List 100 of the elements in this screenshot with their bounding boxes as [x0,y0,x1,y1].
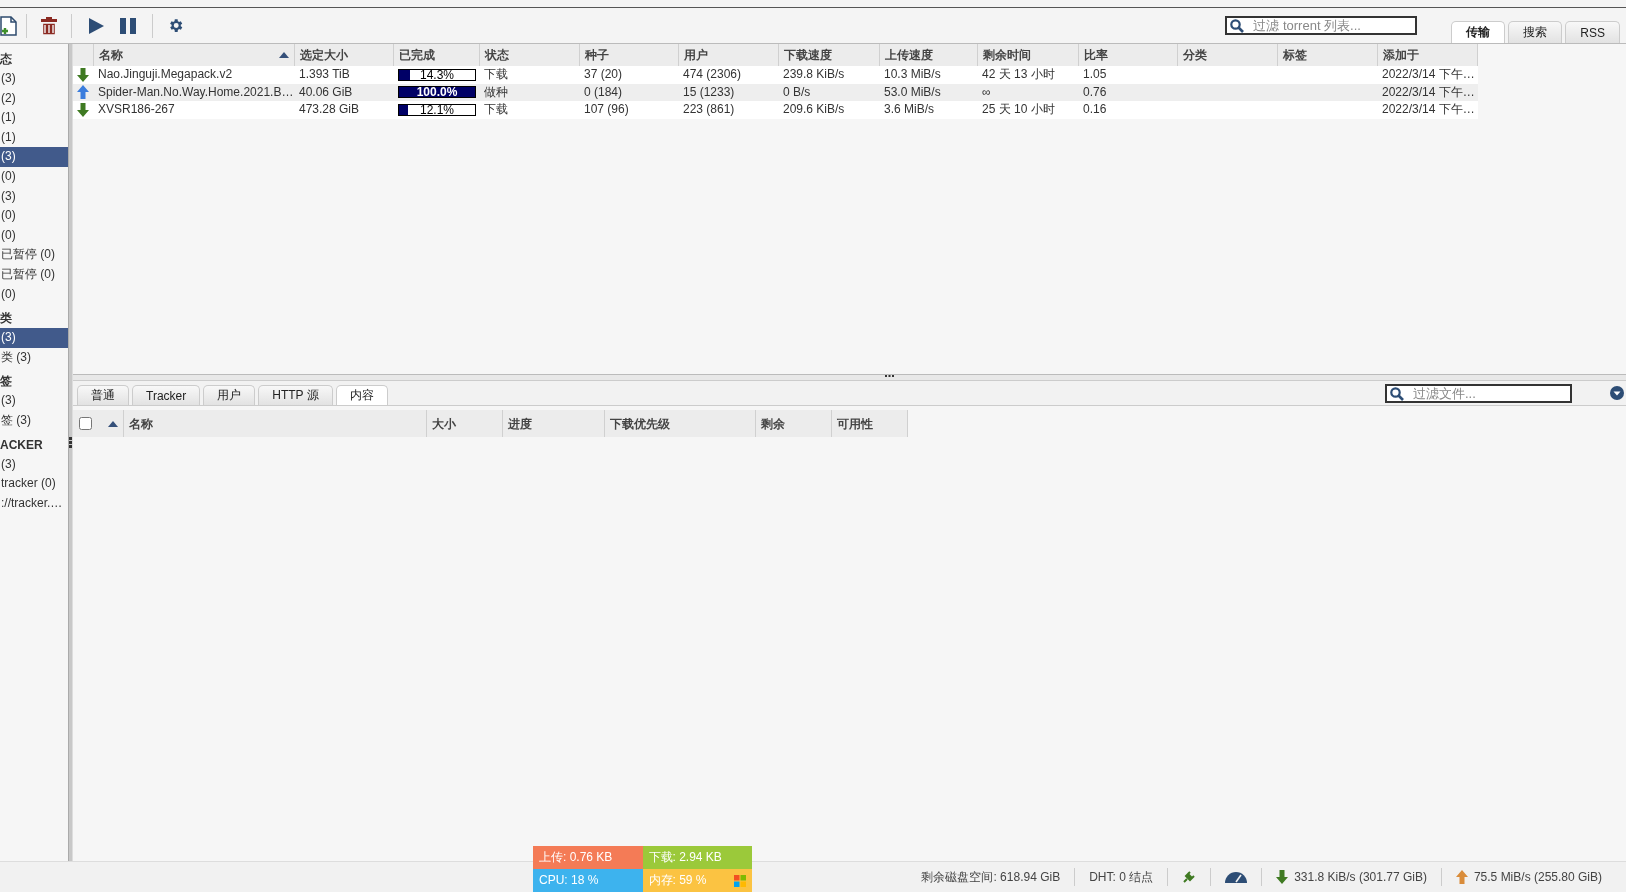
sidebar-item[interactable]: 已暂停 (0) [0,245,68,265]
upload-speed-text: 75.5 MiB/s (255.80 GiB) [1473,870,1602,884]
dropdown-icon[interactable] [1610,386,1624,400]
view-tab[interactable]: 传输 [1451,21,1506,43]
column-header[interactable]: 分类 [1178,44,1278,66]
sidebar-section-title: 态 [0,51,13,68]
download-arrow-icon [77,102,89,117]
details-tab[interactable]: Tracker [132,385,201,405]
column-header[interactable]: 添加于 [1378,44,1478,66]
upload-arrow-icon [1455,870,1468,884]
dht-text: DHT: 0 结点 [1089,868,1154,886]
sidebar-item[interactable]: (3) [0,454,68,475]
sidebar-item[interactable]: (0) [0,284,68,305]
sidebar-item[interactable]: tracker (0) [0,474,68,494]
table-cell: 2022/3/14 下午… [1378,101,1478,119]
column-header[interactable]: 下载速度 [779,44,880,66]
play-button[interactable] [88,17,104,34]
table-cell: 下载 [480,66,580,84]
table-cell: 下载 [480,101,580,119]
upload-arrow-icon [77,85,89,100]
select-all-checkbox[interactable] [79,417,92,430]
table-cell: 2022/3/14 下午… [1378,66,1478,84]
table-cell: 1.393 TiB [295,66,394,84]
monitor-text: 下载: 2.94 KB [648,849,722,866]
table-cell: 473.28 GiB [295,101,394,119]
column-header[interactable]: 剩余 [756,410,832,437]
search-icon [1230,19,1245,33]
pause-button[interactable] [120,17,136,34]
download-arrow-icon [1276,870,1289,884]
sidebar-item[interactable]: 已暂停 (0) [0,264,68,285]
table-cell: 10.3 MiB/s [880,66,978,84]
table-cell: Nao.Jinguji.Megapack.v2 [94,66,295,84]
sidebar-item[interactable]: (2) [0,88,68,109]
sidebar-section-title: ACKER [0,436,44,454]
table-cell: 239.8 KiB/s [779,66,880,84]
monitor-text: CPU: 18 % [539,872,599,889]
column-header[interactable]: 剩余时间 [978,44,1079,66]
sidebar-item[interactable]: (1) [0,108,68,128]
details-tab[interactable]: 内容 [335,385,388,405]
view-tab[interactable]: RSS [1565,21,1620,43]
table-cell: 3.6 MiB/s [880,101,978,119]
free-space-text: 剩余磁盘空间: 618.94 GiB [921,868,1061,886]
progress-bar: 100.0% [398,86,476,99]
sidebar-section-title: 类 [0,310,13,328]
table-cell: 25 天 10 小时 [978,101,1079,119]
column-header[interactable]: 已完成 [394,44,480,66]
column-header[interactable]: 状态 [480,44,580,66]
settings-button[interactable] [167,17,184,34]
column-header[interactable]: 选定大小 [295,44,394,66]
column-header[interactable]: 可用性 [832,410,908,437]
column-header[interactable]: 大小 [427,410,503,437]
sidebar-item[interactable]: (3) [0,328,68,348]
table-cell: 1.05 [1079,66,1178,84]
table-cell: 107 (96) [580,101,679,119]
download-arrow-icon [77,67,89,82]
column-header[interactable]: 种子 [580,44,679,66]
details-tab[interactable]: 用户 [203,385,256,405]
sidebar-item[interactable]: (3) [0,147,68,167]
windows-logo-icon [734,874,746,887]
splitter-handle-icon [69,437,72,448]
table-cell: 0.16 [1079,101,1178,119]
sidebar-item[interactable]: (3) [0,391,68,411]
view-tab[interactable]: 搜索 [1508,21,1563,43]
sidebar-item[interactable]: (0) [0,206,68,226]
table-cell: 209.6 KiB/s [779,101,880,119]
sidebar-item[interactable]: (0) [0,225,68,246]
sidebar-item[interactable]: 类 (3) [0,347,68,368]
table-cell: 223 (861) [679,101,779,119]
sidebar-item[interactable]: (1) [0,127,68,148]
column-header[interactable]: 下载优先级 [605,410,756,437]
column-header[interactable]: 名称 [94,44,295,66]
sidebar-item[interactable]: (3) [0,186,68,207]
sidebar-item[interactable]: ://tracker.… [0,493,68,514]
column-header[interactable]: 上传速度 [880,44,978,66]
table-cell: 37 (20) [580,66,679,84]
sidebar-item[interactable]: (0) [0,166,68,187]
table-cell: XVSR186-267 [94,101,295,119]
delete-button[interactable] [41,16,57,35]
splitter-handle-icon [885,375,894,377]
column-header[interactable]: 进度 [503,410,605,437]
column-header[interactable]: 标签 [1278,44,1378,66]
table-cell: 474 (2306) [679,66,779,84]
sidebar-item[interactable]: 签 (3) [0,410,68,431]
plug-icon[interactable] [1182,870,1197,884]
progress-bar: 12.1% [398,103,476,116]
details-tab[interactable]: 普通 [77,385,129,405]
sidebar-section-title: 签 [0,373,13,391]
details-tab[interactable]: HTTP 源 [258,385,333,405]
monitor-text: 上传: 0.76 KB [539,849,613,866]
add-file-button[interactable] [0,15,18,36]
column-header[interactable]: 用户 [679,44,779,66]
column-header[interactable]: 比率 [1079,44,1178,66]
sidebar-item[interactable]: (3) [0,69,68,89]
table-cell: 42 天 13 小时 [978,66,1079,84]
file-filter-field[interactable]: 过滤文件... [1385,383,1572,403]
progress-bar: 14.3% [398,68,476,81]
speedometer-icon[interactable] [1225,871,1248,883]
torrent-filter-field[interactable]: 过滤 torrent 列表... [1225,16,1418,35]
column-header[interactable]: 名称 [124,410,427,437]
monitor-text: 内存: 59 % [648,872,707,889]
